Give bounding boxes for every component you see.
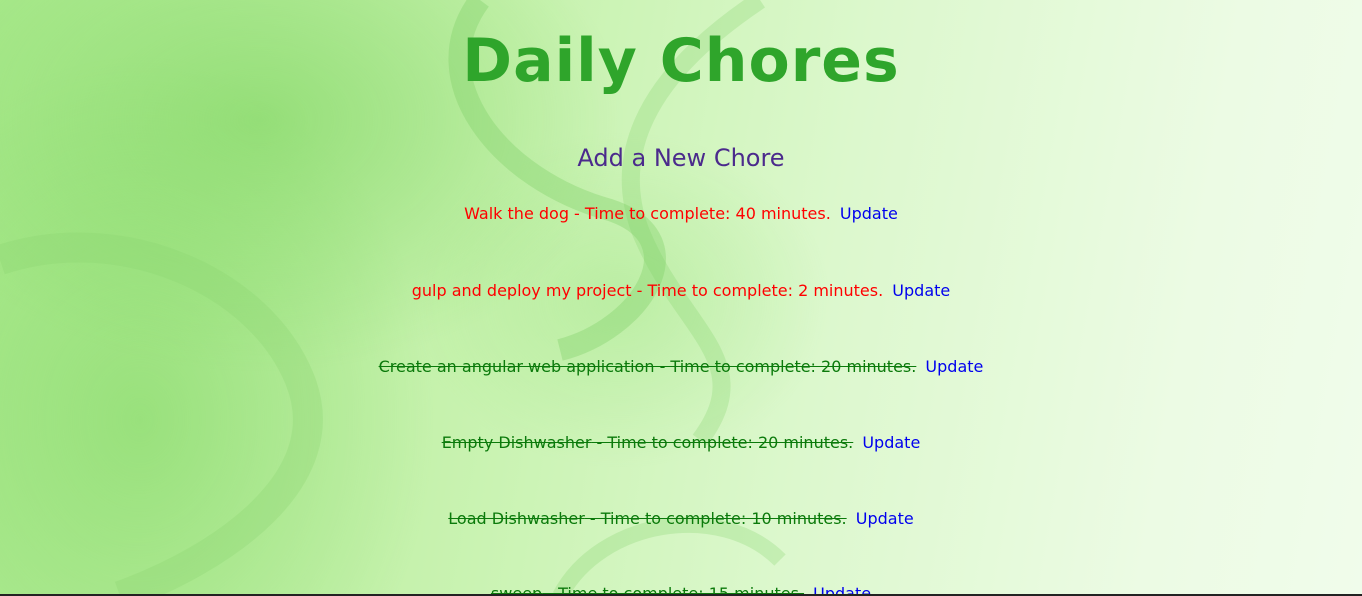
update-link[interactable]: Update (892, 281, 950, 300)
page-title: Daily Chores (462, 26, 900, 96)
update-link[interactable]: Update (862, 433, 920, 452)
chore-text: Create an angular web application - Time… (378, 357, 917, 376)
chore-item: Walk the dog - Time to complete: 40 minu… (0, 204, 1362, 223)
update-link[interactable]: Update (856, 509, 914, 528)
update-link[interactable]: Update (925, 357, 983, 376)
chore-item: Create an angular web application - Time… (0, 357, 1362, 376)
chore-text: Empty Dishwasher - Time to complete: 20 … (441, 433, 854, 452)
chore-text: Load Dishwasher - Time to complete: 10 m… (448, 509, 847, 528)
chore-item: Empty Dishwasher - Time to complete: 20 … (0, 433, 1362, 452)
chore-text: Walk the dog - Time to complete: 40 minu… (464, 204, 831, 223)
add-chore-link[interactable]: Add a New Chore (0, 144, 1362, 172)
update-link[interactable]: Update (840, 204, 898, 223)
chore-item: gulp and deploy my project - Time to com… (0, 281, 1362, 300)
chore-item: Load Dishwasher - Time to complete: 10 m… (0, 509, 1362, 528)
chore-text: gulp and deploy my project - Time to com… (411, 281, 884, 300)
